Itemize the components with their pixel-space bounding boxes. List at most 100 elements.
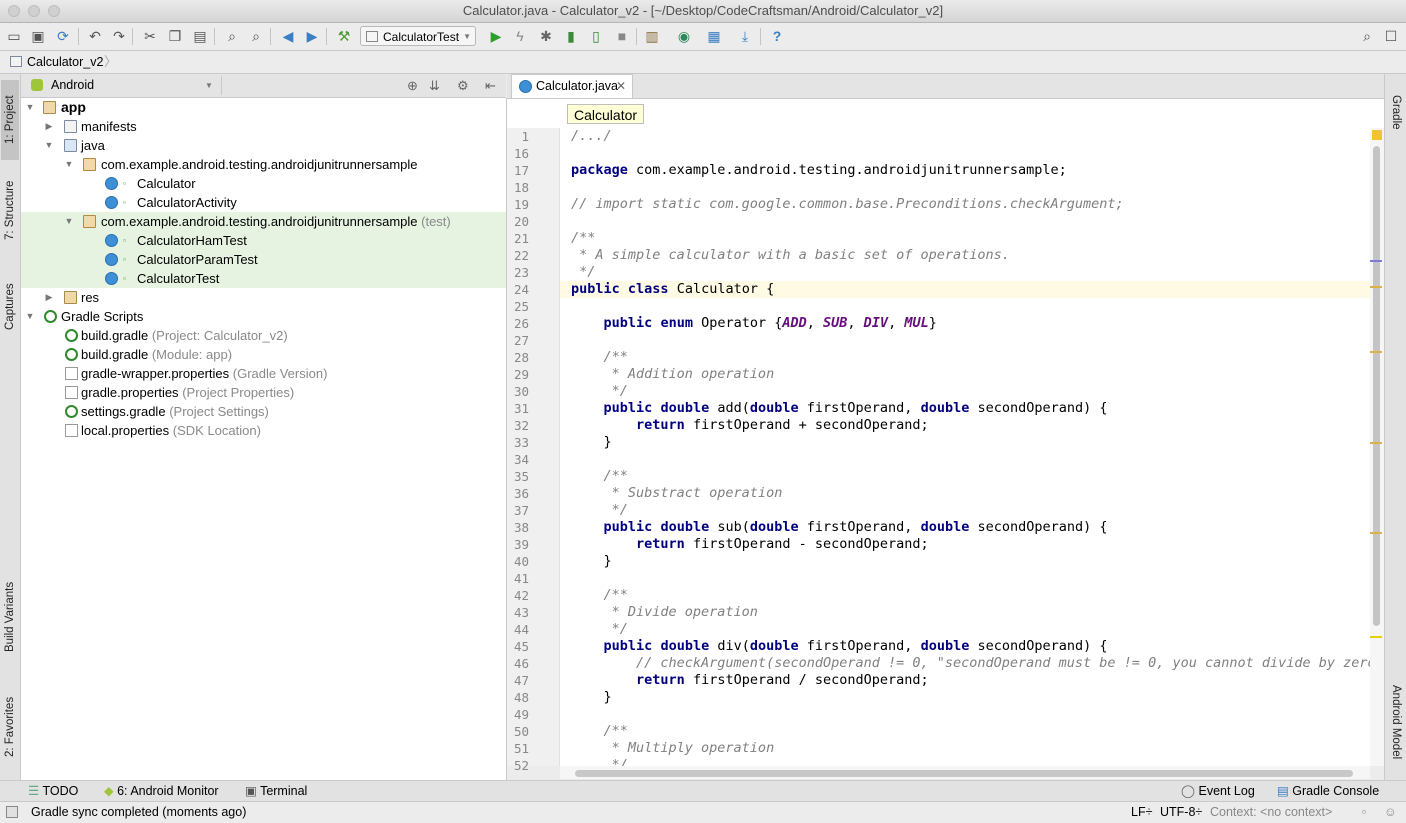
- hide-panel-icon[interactable]: ⇤: [485, 74, 496, 97]
- undo-icon[interactable]: ↶: [85, 26, 105, 46]
- replace-icon[interactable]: ⌕: [246, 26, 266, 46]
- tree-item-calculator-ham-test[interactable]: ▫ CalculatorHamTest: [21, 231, 506, 250]
- todo-tool-button[interactable]: ☰ TODO: [28, 781, 78, 802]
- lock-icon[interactable]: ▫: [1362, 802, 1366, 823]
- editor-vertical-scrollbar[interactable]: [1370, 128, 1384, 766]
- zoom-window-icon[interactable]: [48, 5, 60, 17]
- tree-item-manifests[interactable]: ▶ manifests: [21, 117, 506, 136]
- code-line[interactable]: return firstOperand - secondOperand;: [571, 536, 929, 553]
- tree-item-java[interactable]: ▼ java: [21, 136, 506, 155]
- sync-gradle-icon[interactable]: ▥: [642, 26, 662, 46]
- run-configuration-dropdown[interactable]: CalculatorTest ▼: [360, 26, 476, 46]
- build-variants-tool-tab[interactable]: Build Variants: [1, 572, 19, 662]
- find-icon[interactable]: ⌕: [222, 26, 242, 46]
- tree-item-build-gradle-module[interactable]: build.gradle (Module: app): [21, 345, 506, 364]
- expanded-arrow-icon[interactable]: ▼: [25, 307, 35, 326]
- code-line[interactable]: public double add(double firstOperand, d…: [571, 400, 1108, 417]
- code-line[interactable]: }: [571, 553, 612, 570]
- tree-item-gradle-wrapper-properties[interactable]: gradle-wrapper.properties (Gradle Versio…: [21, 364, 506, 383]
- tool-windows-icon[interactable]: [6, 806, 18, 818]
- project-tool-tab[interactable]: 1: Project: [1, 80, 19, 160]
- line-separator-indicator[interactable]: LF÷: [1131, 802, 1152, 823]
- code-line[interactable]: // import static com.google.common.base.…: [571, 196, 1124, 213]
- save-icon[interactable]: ▣: [28, 26, 48, 46]
- code-line[interactable]: */: [571, 502, 628, 519]
- project-structure-icon[interactable]: ▦: [704, 26, 724, 46]
- tree-item-package-test[interactable]: ▼ com.example.android.testing.androidjun…: [21, 212, 506, 231]
- code-line[interactable]: public double div(double firstOperand, d…: [571, 638, 1108, 655]
- tree-item-build-gradle-project[interactable]: build.gradle (Project: Calculator_v2): [21, 326, 506, 345]
- attach-debugger-icon[interactable]: ▯: [586, 26, 606, 46]
- code-line[interactable]: /**: [571, 468, 628, 485]
- tree-item-package-main[interactable]: ▼ com.example.android.testing.androidjun…: [21, 155, 506, 174]
- code-line[interactable]: * Divide operation: [571, 604, 758, 621]
- code-line[interactable]: package com.example.android.testing.andr…: [571, 162, 1067, 179]
- tree-item-settings-gradle[interactable]: settings.gradle (Project Settings): [21, 402, 506, 421]
- project-view-selector[interactable]: Android: [51, 74, 94, 97]
- gear-icon[interactable]: ⚙: [457, 74, 469, 97]
- android-model-tool-tab[interactable]: Android Model: [1387, 672, 1405, 772]
- expanded-arrow-icon[interactable]: ▼: [25, 98, 35, 117]
- tree-item-gradle-scripts[interactable]: ▼ Gradle Scripts: [21, 307, 506, 326]
- tree-item-calculator-test[interactable]: ▫ CalculatorTest: [21, 269, 506, 288]
- code-line[interactable]: * Substract operation: [571, 485, 783, 502]
- make-project-icon[interactable]: ⚒: [334, 26, 354, 46]
- code-line[interactable]: /**: [571, 349, 628, 366]
- code-line[interactable]: public double sub(double firstOperand, d…: [571, 519, 1108, 536]
- scroll-from-source-icon[interactable]: ⊕: [407, 74, 418, 97]
- redo-icon[interactable]: ↷: [109, 26, 129, 46]
- structure-tool-tab[interactable]: 7: Structure: [1, 170, 19, 250]
- code-line[interactable]: */: [571, 383, 628, 400]
- minimize-window-icon[interactable]: [28, 5, 40, 17]
- expanded-arrow-icon[interactable]: ▼: [64, 155, 74, 174]
- code-line[interactable]: return firstOperand / secondOperand;: [571, 672, 929, 689]
- inspector-icon[interactable]: ☺: [1384, 802, 1397, 823]
- vertical-scroll-thumb[interactable]: [1373, 146, 1380, 626]
- code-line[interactable]: public enum Operator {ADD, SUB, DIV, MUL…: [571, 315, 937, 332]
- open-folder-icon[interactable]: ▭: [4, 26, 24, 46]
- tree-item-local-properties[interactable]: local.properties (SDK Location): [21, 421, 506, 440]
- close-icon[interactable]: ✕: [616, 75, 626, 98]
- gradle-tool-tab[interactable]: Gradle: [1387, 82, 1405, 142]
- tree-item-app[interactable]: ▼ app: [21, 98, 506, 117]
- code-line[interactable]: /**: [571, 723, 628, 740]
- cut-icon[interactable]: ✂: [140, 26, 160, 46]
- horizontal-scroll-thumb[interactable]: [575, 770, 1353, 777]
- user-icon[interactable]: ☐: [1381, 26, 1401, 46]
- encoding-indicator[interactable]: UTF-8÷: [1160, 802, 1202, 823]
- android-device-monitor-icon[interactable]: ◉: [674, 26, 694, 46]
- gradle-console-tool-button[interactable]: ▤ Gradle Console: [1277, 781, 1379, 802]
- favorites-tool-tab[interactable]: 2: Favorites: [1, 682, 19, 772]
- editor-horizontal-scrollbar[interactable]: [560, 766, 1370, 779]
- collapse-all-icon[interactable]: ⇊: [429, 74, 440, 97]
- code-line[interactable]: * A simple calculator with a basic set o…: [571, 247, 1010, 264]
- chevron-down-icon[interactable]: ▼: [205, 74, 213, 97]
- code-line[interactable]: */: [571, 621, 628, 638]
- help-icon[interactable]: ?: [767, 26, 787, 46]
- tree-item-calculator[interactable]: ▫ Calculator: [21, 174, 506, 193]
- code-line[interactable]: /**: [571, 230, 595, 247]
- code-line[interactable]: }: [571, 689, 612, 706]
- tree-item-calculator-activity[interactable]: ▫ CalculatorActivity: [21, 193, 506, 212]
- navbar-project[interactable]: Calculator_v2: [27, 51, 103, 73]
- forward-icon[interactable]: ▶: [302, 26, 322, 46]
- code-line[interactable]: return firstOperand + secondOperand;: [571, 417, 929, 434]
- back-icon[interactable]: ◀: [278, 26, 298, 46]
- code-line[interactable]: */: [571, 264, 595, 281]
- run-icon[interactable]: ▶: [486, 26, 506, 46]
- sync-icon[interactable]: ⟳: [53, 26, 73, 46]
- event-log-tool-button[interactable]: ◯ Event Log: [1181, 781, 1255, 802]
- debug-icon[interactable]: ✱: [536, 26, 556, 46]
- tree-item-res[interactable]: ▶ res: [21, 288, 506, 307]
- collapsed-arrow-icon[interactable]: ▶: [44, 288, 54, 307]
- run-with-coverage-icon[interactable]: ▮: [561, 26, 581, 46]
- code-line[interactable]: // checkArgument(secondOperand != 0, "se…: [571, 655, 1370, 672]
- android-monitor-tool-button[interactable]: ◆ 6: Android Monitor: [104, 781, 219, 802]
- terminal-tool-button[interactable]: ▣ Terminal: [245, 781, 307, 802]
- code-line[interactable]: * Addition operation: [571, 366, 775, 383]
- class-breadcrumb[interactable]: Calculator: [567, 104, 645, 124]
- code-line[interactable]: /**: [571, 587, 628, 604]
- expanded-arrow-icon[interactable]: ▼: [44, 136, 54, 155]
- paste-icon[interactable]: ▤: [190, 26, 210, 46]
- code-line[interactable]: * Multiply operation: [571, 740, 775, 757]
